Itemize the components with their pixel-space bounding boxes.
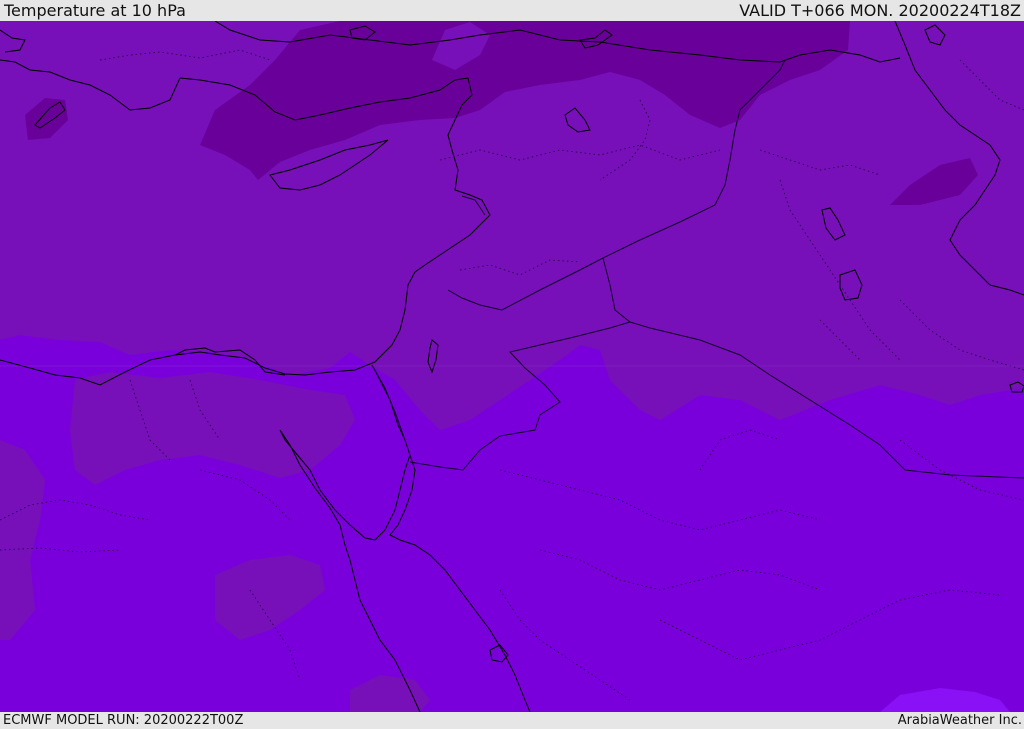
model-run-label: ECMWF MODEL RUN: 20200222T00Z — [3, 713, 244, 728]
temperature-map — [0, 21, 1024, 712]
bottom-bar: ECMWF MODEL RUN: 20200222T00Z ArabiaWeat… — [0, 712, 1024, 729]
map-panel[interactable] — [0, 21, 1024, 712]
credit-label: ArabiaWeather Inc. — [897, 713, 1022, 728]
map-title: Temperature at 10 hPa — [4, 1, 186, 20]
valid-time: VALID T+066 MON. 20200224T18Z — [739, 1, 1021, 20]
top-bar: Temperature at 10 hPa VALID T+066 MON. 2… — [0, 0, 1024, 21]
